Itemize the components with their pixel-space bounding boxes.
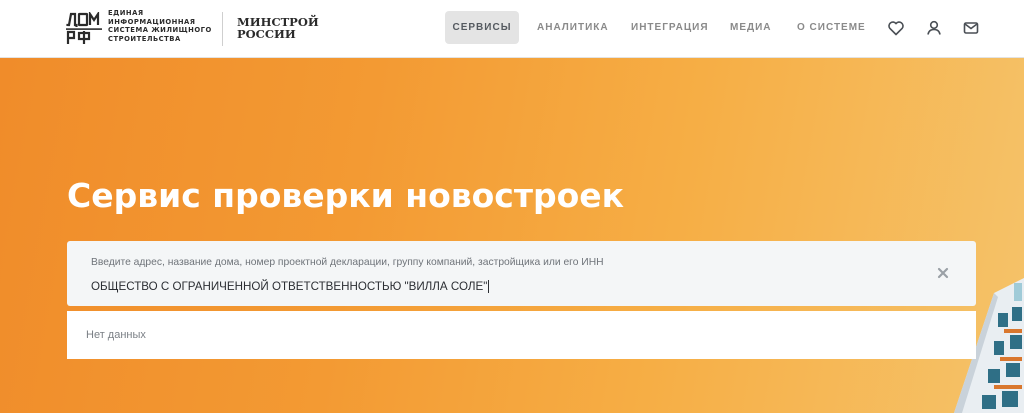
search-input-label: Введите адрес, название дома, номер прое… [91, 257, 604, 268]
search-input[interactable]: Введите адрес, название дома, номер прое… [67, 241, 976, 306]
search-value-text: ОБЩЕСТВО С ОГРАНИЧЕННОЙ ОТВЕТСТВЕННОСТЬЮ… [91, 280, 488, 293]
logo-line: СТРОИТЕЛЬСТВА [108, 34, 181, 43]
page-title: Сервис проверки новостроек [67, 176, 625, 215]
logo-text: ЕДИНАЯ ИНФОРМАЦИОННАЯ СИСТЕМА ЖИЛИЩНОГО … [108, 9, 212, 43]
search-results-dropdown: Нет данных [67, 311, 976, 359]
no-data-message: Нет данных [86, 329, 146, 341]
search-input-value[interactable]: ОБЩЕСТВО С ОГРАНИЧЕННОЙ ОТВЕТСТВЕННОСТЬЮ… [91, 280, 490, 294]
text-caret [488, 280, 490, 294]
heart-icon[interactable] [886, 18, 906, 38]
ministry-line: РОССИИ [237, 27, 296, 41]
logo-line: СИСТЕМА ЖИЛИЩНОГО [108, 26, 212, 35]
user-icon[interactable] [924, 18, 944, 38]
nav-services[interactable]: СЕРВИСЫ [445, 11, 519, 44]
mail-icon[interactable] [961, 18, 981, 38]
logo-line: ИНФОРМАЦИОННАЯ [108, 17, 196, 26]
nav-about[interactable]: О СИСТЕМЕ [797, 11, 866, 44]
logo-divider [222, 12, 223, 46]
logo-line: ЕДИНАЯ [108, 9, 144, 17]
hero-section: Сервис проверки новостроек Введите адрес… [0, 58, 1024, 413]
ministry-logo[interactable]: МИНСТРОЙ РОССИИ [237, 16, 319, 40]
dom-rf-logo-icon[interactable] [66, 12, 102, 46]
close-icon[interactable] [935, 265, 951, 281]
nav-integration[interactable]: ИНТЕГРАЦИЯ [631, 11, 709, 44]
site-header: ЕДИНАЯ ИНФОРМАЦИОННАЯ СИСТЕМА ЖИЛИЩНОГО … [0, 0, 1024, 58]
nav-analytics[interactable]: АНАЛИТИКА [537, 11, 609, 44]
nav-media[interactable]: МЕДИА [730, 11, 772, 44]
